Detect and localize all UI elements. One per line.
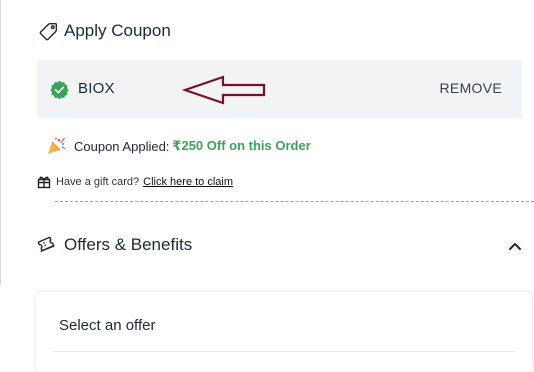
gift-card-row: Have a gift card? Click here to claim [37, 175, 233, 189]
chevron-up-icon[interactable] [507, 238, 523, 254]
coupon-discount-value: ₹250 Off on this Order [172, 138, 311, 153]
party-popper-icon [48, 137, 66, 154]
applied-coupon-box: BIOX REMOVE [37, 60, 522, 118]
offer-card-divider [53, 351, 515, 352]
remove-coupon-button[interactable]: REMOVE [440, 80, 502, 96]
arrow-pointer-icon [182, 75, 266, 105]
offers-benefits-title: Offers & Benefits [64, 235, 193, 254]
apply-coupon-title: Apply Coupon [64, 21, 171, 40]
ticket-icon [37, 236, 55, 253]
gift-icon [37, 176, 51, 189]
tag-icon [39, 22, 58, 41]
dashed-divider [55, 201, 534, 202]
offers-benefits-header[interactable]: Offers & Benefits [36, 234, 192, 256]
panel-left-border [0, 0, 1, 285]
claim-gift-card-link[interactable]: Click here to claim [143, 176, 233, 188]
coupon-applied-message: Coupon Applied: ₹250 Off on this Order [46, 136, 311, 156]
check-badge-icon [50, 80, 69, 99]
select-offer-card[interactable]: Select an offer [36, 292, 532, 372]
select-offer-label: Select an offer [59, 317, 156, 334]
coupon-applied-label: Coupon Applied: [74, 138, 170, 154]
gift-card-text: Have a gift card? [56, 176, 140, 188]
apply-coupon-header: Apply Coupon [38, 20, 171, 42]
coupon-code: BIOX [78, 80, 115, 97]
